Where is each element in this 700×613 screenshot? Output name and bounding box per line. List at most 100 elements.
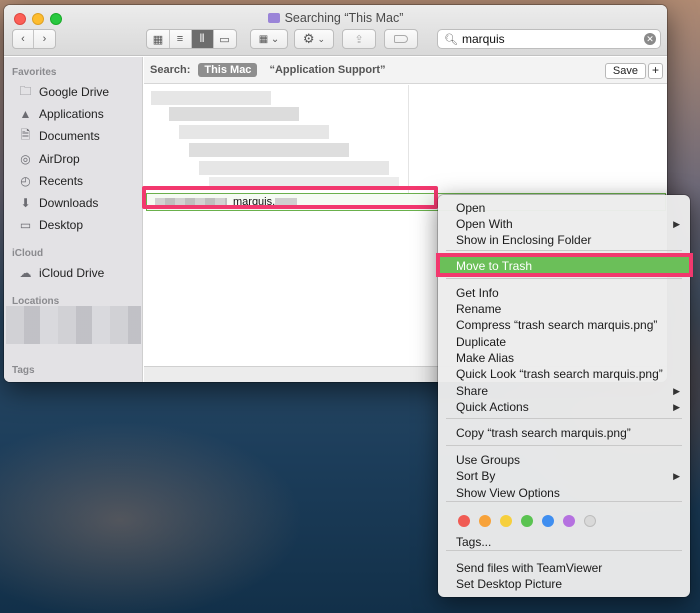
list-view-button[interactable]: ≡ <box>170 30 192 48</box>
column-view-button[interactable]: ⫴ <box>191 30 214 48</box>
menu-item-tags[interactable]: Tags... <box>438 534 690 550</box>
tag-icon <box>394 35 408 43</box>
gear-icon: ⚙ <box>302 31 315 46</box>
sidebar-item-icloud-drive[interactable]: ☁︎ iCloud Drive <box>18 264 105 282</box>
menu-item-show-in-enclosing-folder[interactable]: Show in Enclosing Folder <box>438 232 690 248</box>
search-scope-bar: Search: This Mac “Application Support” S… <box>144 57 667 84</box>
search-field[interactable]: 🔍︎ ✕ <box>437 29 661 49</box>
sidebar-item-label: Desktop <box>39 218 84 232</box>
share-icon: ⇪ <box>354 33 364 46</box>
menu-item-open[interactable]: Open <box>438 200 690 216</box>
sidebar-item-label: AirDrop <box>39 152 80 166</box>
view-mode-control: ▦ ≡ ⫴ ▭ <box>146 29 237 49</box>
sidebar-item-label: Google Drive <box>39 85 110 99</box>
window-title-text: Searching “This Mac” <box>284 11 404 25</box>
cloud-icon: ☁︎ <box>19 266 32 280</box>
tag-color-dot[interactable] <box>458 515 470 527</box>
menu-item-share[interactable]: Share ▶ <box>438 383 690 399</box>
menu-item-quick-look-trash-search-marquis-png[interactable]: Quick Look “trash search marquis.png” <box>438 366 690 382</box>
blurred-content <box>189 143 349 157</box>
save-search-button[interactable]: Save <box>604 63 646 79</box>
document-icon: 🗎︎ <box>20 127 31 142</box>
tag-color-dot[interactable] <box>521 515 533 527</box>
action-button[interactable]: ⚙ ⌄ <box>294 29 334 49</box>
add-criteria-button[interactable]: + <box>648 63 663 79</box>
search-input[interactable] <box>461 32 642 46</box>
menu-item-sort-by[interactable]: Sort By ▶ <box>438 468 690 484</box>
sidebar-item-label: Downloads <box>39 196 99 210</box>
clear-search-button[interactable]: ✕ <box>644 33 656 45</box>
desktop-icon: ▭ <box>19 218 32 232</box>
blurred-locations <box>6 306 141 344</box>
airdrop-icon: ◎ <box>20 152 31 166</box>
menu-separator <box>446 445 682 446</box>
menu-item-compress-trash-search-marquis-png[interactable]: Compress “trash search marquis.png” <box>438 317 690 333</box>
sidebar-item-recents[interactable]: ◴ Recents <box>18 172 83 190</box>
gallery-view-button[interactable]: ▭ <box>214 30 236 48</box>
clock-icon: ◴ <box>20 174 31 188</box>
result-highlight-annotation <box>142 186 438 209</box>
sidebar-header-icloud: iCloud <box>12 248 44 259</box>
menu-item-quick-actions[interactable]: Quick Actions ▶ <box>438 399 690 415</box>
tag-color-dot[interactable] <box>563 515 575 527</box>
menu-item-copy-trash-search-marquis-png[interactable]: Copy “trash search marquis.png” <box>438 425 690 441</box>
tag-button[interactable] <box>384 29 418 49</box>
sidebar-item-applications[interactable]: ▲ Applications <box>18 105 104 123</box>
blurred-content <box>199 161 389 175</box>
sidebar-item-label: iCloud Drive <box>39 266 105 280</box>
sidebar-item-label: Recents <box>39 174 84 188</box>
submenu-arrow-icon: ▶ <box>673 402 680 412</box>
back-button[interactable]: ‹ <box>13 30 35 48</box>
sidebar-item-airdrop[interactable]: ◎ AirDrop <box>18 150 80 168</box>
menu-item-use-groups[interactable]: Use Groups <box>438 452 690 468</box>
sidebar-item-label: Documents <box>39 129 100 143</box>
back-forward-control: ‹ › <box>12 29 56 49</box>
group-button[interactable]: ▦ ⌄ <box>250 29 288 49</box>
menu-separator <box>446 418 682 419</box>
blurred-content <box>179 125 329 139</box>
move-to-trash-highlight-annotation <box>436 253 693 277</box>
smart-folder-icon <box>267 13 280 23</box>
blurred-content <box>169 107 299 121</box>
menu-item-show-view-options[interactable]: Show View Options <box>438 485 690 501</box>
menu-item-send-files-with-teamviewer[interactable]: Send files with TeamViewer <box>438 560 690 576</box>
chevron-down-icon: ⌄ <box>317 33 326 44</box>
menu-item-make-alias[interactable]: Make Alias <box>438 350 690 366</box>
folder-icon: 🗀︎ <box>19 83 32 98</box>
sidebar-item-google-drive[interactable]: 🗀︎ Google Drive <box>18 83 109 101</box>
sidebar-item-desktop[interactable]: ▭ Desktop <box>18 216 83 234</box>
submenu-arrow-icon: ▶ <box>673 471 680 481</box>
title-bar: Searching “This Mac” ‹ › ▦ ≡ ⫴ ▭ ▦ ⌄ ⚙ ⌄ … <box>4 5 667 56</box>
menu-separator <box>446 501 682 502</box>
scope-application-support-button[interactable]: “Application Support” <box>269 64 385 76</box>
blurred-content <box>151 91 271 105</box>
menu-separator <box>446 250 682 251</box>
applications-icon: ▲ <box>19 107 32 121</box>
scope-this-mac-button[interactable]: This Mac <box>198 63 258 77</box>
tag-color-picker <box>458 515 596 527</box>
menu-separator <box>446 550 682 551</box>
group-icon: ▦ ⌄ <box>258 33 280 45</box>
forward-button[interactable]: › <box>34 30 55 48</box>
sidebar-item-downloads[interactable]: ⬇︎ Downloads <box>18 194 98 212</box>
menu-item-duplicate[interactable]: Duplicate <box>438 334 690 350</box>
tag-color-dot[interactable] <box>542 515 554 527</box>
sidebar-item-documents[interactable]: 🗎︎ Documents <box>18 127 100 145</box>
menu-item-get-info[interactable]: Get Info <box>438 285 690 301</box>
scope-label: Search: <box>150 64 191 76</box>
sidebar: Favorites 🗀︎ Google Drive ▲ Applications… <box>4 57 143 382</box>
results-column <box>149 85 409 195</box>
menu-item-set-desktop-picture[interactable]: Set Desktop Picture <box>438 576 690 592</box>
submenu-arrow-icon: ▶ <box>673 219 680 229</box>
tag-color-dot[interactable] <box>500 515 512 527</box>
tag-color-dot[interactable] <box>584 515 596 527</box>
sidebar-header-tags: Tags <box>12 365 35 376</box>
menu-item-open-with[interactable]: Open With ▶ <box>438 216 690 232</box>
share-button[interactable]: ⇪ <box>342 29 376 49</box>
menu-item-rename[interactable]: Rename <box>438 301 690 317</box>
submenu-arrow-icon: ▶ <box>673 386 680 396</box>
search-icon: 🔍︎ <box>444 33 458 46</box>
tag-color-dot[interactable] <box>479 515 491 527</box>
icon-view-button[interactable]: ▦ <box>148 30 170 48</box>
sidebar-header-favorites: Favorites <box>12 67 57 78</box>
